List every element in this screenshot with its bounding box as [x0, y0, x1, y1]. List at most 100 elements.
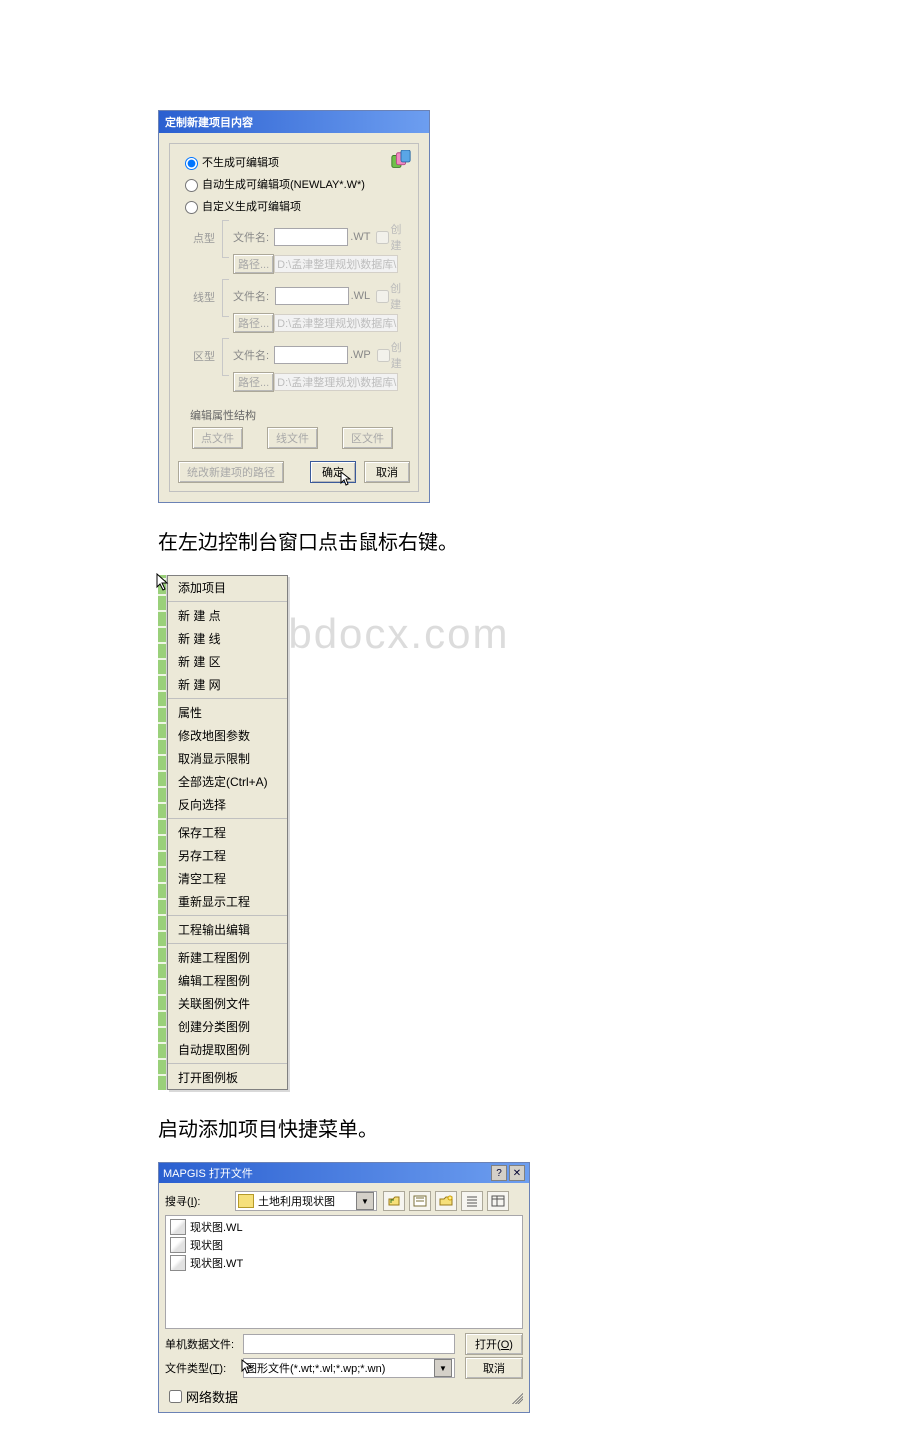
- ctx-invert-select[interactable]: 反向选择: [168, 793, 287, 816]
- ctx-edit-legend[interactable]: 编辑工程图例: [168, 969, 287, 992]
- line-filename-input[interactable]: [275, 287, 349, 305]
- ctx-clear-project[interactable]: 清空工程: [168, 867, 287, 890]
- ctx-modify-map-params[interactable]: 修改地图参数: [168, 724, 287, 747]
- network-data-checkbox[interactable]: [169, 1390, 182, 1403]
- paragraph-1: 在左边控制台窗口点击鼠标右键。: [158, 527, 762, 559]
- region-type-label: 区型: [186, 338, 222, 364]
- ctx-add-item[interactable]: 添加项目: [168, 576, 287, 599]
- radio-auto-edit[interactable]: 自动生成可编辑项(NEWLAY*.W*): [180, 176, 410, 192]
- cancel-button[interactable]: 取消: [364, 461, 410, 483]
- list-view-icon[interactable]: [461, 1191, 483, 1211]
- filename-label: 文件名:: [233, 229, 274, 245]
- file-type-value: 图形文件(*.wt;*.wl;*.wp;*.wn): [246, 1360, 385, 1376]
- separator: [168, 1063, 287, 1064]
- ctx-select-all[interactable]: 全部选定(Ctrl+A): [168, 770, 287, 793]
- region-file-button[interactable]: 区文件: [342, 427, 393, 449]
- cursor-icon: [156, 573, 170, 591]
- line-file-button[interactable]: 线文件: [267, 427, 318, 449]
- create-label: 创建: [391, 339, 410, 371]
- point-filename-input[interactable]: [274, 228, 348, 246]
- radio-custom-input[interactable]: [185, 201, 198, 214]
- region-path-button[interactable]: 路径...: [233, 372, 274, 392]
- unify-path-button[interactable]: 统改新建项的路径: [178, 461, 284, 483]
- bracket-icon: [222, 220, 229, 258]
- ext-wl: .WL: [351, 290, 371, 302]
- chevron-down-icon[interactable]: ▼: [434, 1359, 452, 1377]
- point-create-chk[interactable]: [376, 231, 389, 244]
- radio-auto-input[interactable]: [185, 179, 198, 192]
- ctx-cancel-display-limit[interactable]: 取消显示限制: [168, 747, 287, 770]
- bracket-icon: [222, 338, 229, 376]
- cursor-icon: [340, 471, 352, 487]
- network-data-label: 网络数据: [186, 1387, 238, 1406]
- file-type-dropdown[interactable]: 图形文件(*.wt;*.wl;*.wp;*.wn) ▼: [243, 1358, 455, 1378]
- ctx-save-project[interactable]: 保存工程: [168, 821, 287, 844]
- ctx-saveas-project[interactable]: 另存工程: [168, 844, 287, 867]
- point-path-input[interactable]: D:\孟津整理规划\数据库\: [274, 255, 398, 273]
- open-button[interactable]: 打开(O): [465, 1333, 523, 1355]
- radio-no-edit-input[interactable]: [185, 157, 198, 170]
- line-create-checkbox[interactable]: 创建: [372, 280, 410, 312]
- point-type-label: 点型: [186, 220, 222, 246]
- file-name: 现状图.WT: [190, 1255, 243, 1271]
- ctx-open-legend-panel[interactable]: 打开图例板: [168, 1066, 287, 1089]
- dialog-title: 定制新建项目内容: [159, 111, 429, 133]
- region-create-checkbox[interactable]: 创建: [373, 339, 410, 371]
- region-filename-input[interactable]: [274, 346, 348, 364]
- ctx-properties[interactable]: 属性: [168, 701, 287, 724]
- ctx-auto-extract-legend[interactable]: 自动提取图例: [168, 1038, 287, 1061]
- detail-view-icon[interactable]: [487, 1191, 509, 1211]
- line-path-button[interactable]: 路径...: [233, 313, 274, 333]
- ctx-create-class-legend[interactable]: 创建分类图例: [168, 1015, 287, 1038]
- file-item[interactable]: 现状图: [168, 1236, 520, 1254]
- desktop-icon[interactable]: [409, 1191, 431, 1211]
- chevron-down-icon[interactable]: ▼: [356, 1192, 374, 1210]
- folder-dropdown[interactable]: 土地利用现状图 ▼: [235, 1191, 377, 1211]
- single-file-input[interactable]: [243, 1334, 455, 1354]
- file-icon: [170, 1237, 186, 1253]
- separator: [168, 601, 287, 602]
- ctx-project-output-edit[interactable]: 工程输出编辑: [168, 918, 287, 941]
- filename-label: 文件名:: [233, 288, 275, 304]
- region-create-chk[interactable]: [377, 349, 390, 362]
- radio-auto-label: 自动生成可编辑项(NEWLAY*.W*): [202, 176, 365, 192]
- ctx-new-legend[interactable]: 新建工程图例: [168, 946, 287, 969]
- ctx-new-point[interactable]: 新 建 点: [168, 604, 287, 627]
- file-list[interactable]: 现状图.WL 现状图 现状图.WT: [165, 1215, 523, 1329]
- line-path-input[interactable]: D:\孟津整理规划\数据库\: [274, 314, 398, 332]
- point-file-button[interactable]: 点文件: [192, 427, 243, 449]
- ctx-new-line[interactable]: 新 建 线: [168, 627, 287, 650]
- ctx-link-legend[interactable]: 关联图例文件: [168, 992, 287, 1015]
- file-item[interactable]: 现状图.WT: [168, 1254, 520, 1272]
- ext-wt: .WT: [350, 231, 370, 243]
- ctx-new-net[interactable]: 新 建 网: [168, 673, 287, 696]
- folder-icon: [238, 1194, 254, 1208]
- line-create-chk[interactable]: [376, 290, 389, 303]
- point-create-checkbox[interactable]: 创建: [372, 221, 410, 253]
- ctx-new-region[interactable]: 新 建 区: [168, 650, 287, 673]
- separator: [168, 943, 287, 944]
- context-menu-stripe: [158, 575, 167, 1090]
- search-label: 搜寻(I):: [165, 1193, 235, 1209]
- radio-no-edit[interactable]: 不生成可编辑项: [180, 154, 410, 170]
- region-path-input[interactable]: D:\孟津整理规划\数据库\: [274, 373, 398, 391]
- paragraph-2: 启动添加项目快捷菜单。: [158, 1114, 762, 1146]
- point-path-button[interactable]: 路径...: [233, 254, 274, 274]
- close-button[interactable]: ✕: [509, 1165, 525, 1181]
- radio-no-edit-label: 不生成可编辑项: [202, 154, 279, 170]
- new-folder-icon[interactable]: [435, 1191, 457, 1211]
- ext-wp: .WP: [350, 349, 371, 361]
- up-folder-icon[interactable]: [383, 1191, 405, 1211]
- radio-custom-edit[interactable]: 自定义生成可编辑项: [180, 198, 410, 214]
- line-type-block: 线型 文件名: .WL 创建: [186, 279, 410, 334]
- help-button[interactable]: ?: [491, 1165, 507, 1181]
- file-name: 现状图: [190, 1237, 223, 1253]
- radio-custom-label: 自定义生成可编辑项: [202, 198, 301, 214]
- create-label: 创建: [390, 221, 410, 253]
- line-type-label: 线型: [186, 279, 222, 305]
- file-item[interactable]: 现状图.WL: [168, 1218, 520, 1236]
- ctx-redisplay-project[interactable]: 重新显示工程: [168, 890, 287, 913]
- resize-grip-icon[interactable]: [509, 1390, 523, 1404]
- open-file-dialog: MAPGIS 打开文件 ? ✕ 搜寻(I): 土地利用现状图 ▼: [158, 1162, 530, 1413]
- cancel-open-button[interactable]: 取消: [465, 1357, 523, 1379]
